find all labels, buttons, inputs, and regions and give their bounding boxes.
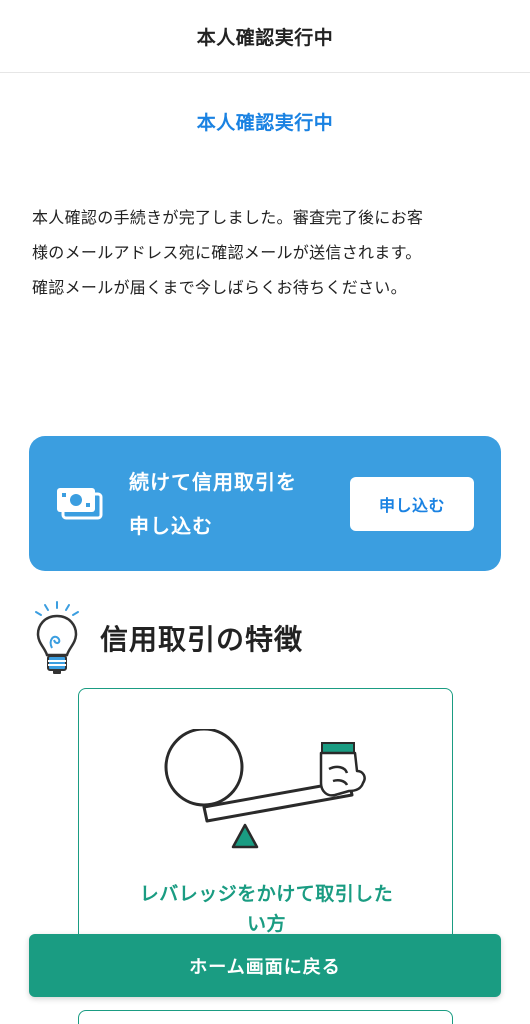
lightbulb-icon bbox=[32, 600, 82, 676]
feature-card-title: レバレッジをかけて取引した い方 bbox=[79, 879, 452, 939]
banner-text-line: 申し込む bbox=[129, 514, 213, 538]
nav-title: 本人確認実行中 bbox=[196, 26, 334, 49]
leverage-illustration bbox=[149, 727, 389, 859]
money-icon bbox=[55, 486, 105, 522]
features-title: 信用取引の特徴 bbox=[100, 623, 304, 656]
feature-card-title-line: レバレッジをかけて取引した bbox=[139, 883, 394, 905]
banner-text-line: 続けて信用取引を bbox=[129, 470, 297, 494]
page-heading: 本人確認実行中 bbox=[196, 112, 334, 134]
banner-text: 続けて信用取引を 申し込む bbox=[129, 460, 339, 548]
nav-header: 本人確認実行中 bbox=[0, 0, 530, 73]
message-line: 確認メールが届くまで今しばらくお待ちください。 bbox=[32, 278, 407, 297]
margin-trading-banner[interactable]: 続けて信用取引を 申し込む 申し込む bbox=[29, 436, 501, 571]
status-message: 本人確認の手続きが完了しました。審査完了後にお客 様のメールアドレス宛に確認メー… bbox=[32, 200, 502, 305]
message-line: 様のメールアドレス宛に確認メールが送信されます。 bbox=[32, 243, 422, 262]
features-heading: 信用取引の特徴 bbox=[32, 598, 502, 678]
home-button[interactable]: ホーム画面に戻る bbox=[29, 934, 501, 997]
message-line: 本人確認の手続きが完了しました。審査完了後にお客 bbox=[32, 208, 424, 227]
feature-card-next[interactable] bbox=[78, 1010, 453, 1024]
apply-button[interactable]: 申し込む bbox=[350, 477, 474, 531]
